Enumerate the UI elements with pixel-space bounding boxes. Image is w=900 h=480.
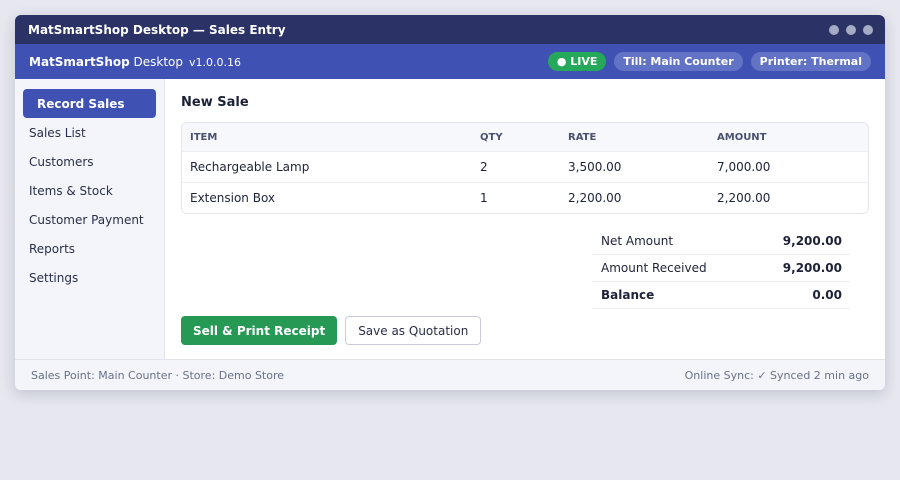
table-header-row: ITEM QTY RATE AMOUNT (182, 123, 868, 151)
app-version: v1.0.0.16 (189, 55, 242, 69)
app-brand: MatSmartShop Desktop v1.0.0.16 (29, 55, 241, 69)
sidebar-item-customer-payment[interactable]: Customer Payment (23, 205, 156, 234)
action-buttons: Sell & Print Receipt Save as Quotation (181, 316, 482, 345)
totals-summary: Net Amount 9,200.00 Amount Received 9,20… (592, 228, 850, 309)
sidebar-item-settings[interactable]: Settings (23, 263, 156, 292)
content-area: Record Sales Sales List Customers Items … (15, 79, 885, 359)
live-status-badge: ● LIVE (547, 52, 607, 71)
sidebar-item-customers[interactable]: Customers (23, 147, 156, 176)
cell-rate: 3,500.00 (568, 160, 622, 174)
column-header-item: ITEM (190, 131, 218, 143)
table-row[interactable]: Rechargeable Lamp 2 3,500.00 7,000.00 (182, 151, 868, 182)
net-amount-label: Net Amount (601, 234, 674, 248)
sale-items-table: ITEM QTY RATE AMOUNT Rechargeable Lamp 2… (181, 122, 869, 214)
app-header: MatSmartShop Desktop v1.0.0.16 ● LIVE Til… (15, 44, 885, 79)
net-amount-row: Net Amount 9,200.00 (592, 228, 850, 255)
sidebar-item-reports[interactable]: Reports (23, 234, 156, 263)
column-header-amount: AMOUNT (717, 131, 767, 143)
sidebar-item-record-sales[interactable]: Record Sales (23, 89, 156, 118)
amount-received-row: Amount Received 9,200.00 (592, 255, 850, 282)
printer-badge[interactable]: Printer: Thermal (750, 52, 871, 71)
sell-print-receipt-button[interactable]: Sell & Print Receipt (181, 316, 338, 345)
status-bar: Sales Point: Main Counter · Store: Demo … (15, 359, 885, 390)
amount-received-value: 9,200.00 (782, 261, 842, 275)
balance-row: Balance 0.00 (592, 282, 850, 309)
amount-received-label: Amount Received (601, 261, 707, 275)
sidebar-item-items-stock[interactable]: Items & Stock (23, 176, 156, 205)
cell-rate: 2,200.00 (568, 191, 622, 205)
net-amount-value: 9,200.00 (782, 234, 842, 248)
sidebar-nav: Record Sales Sales List Customers Items … (15, 79, 165, 359)
app-name-rest: Desktop (129, 54, 184, 69)
cell-qty: 1 (480, 191, 488, 205)
cell-item: Rechargeable Lamp (190, 160, 310, 174)
sales-point-status: Sales Point: Main Counter · Store: Demo … (31, 368, 285, 382)
sidebar-item-sales-list[interactable]: Sales List (23, 118, 156, 147)
balance-label: Balance (601, 288, 655, 302)
window-controls (829, 24, 873, 35)
column-header-qty: QTY (480, 131, 503, 143)
app-name-bold: MatSmartShop (29, 54, 130, 69)
table-row[interactable]: Extension Box 1 2,200.00 2,200.00 (182, 182, 868, 213)
column-header-rate: RATE (568, 131, 597, 143)
balance-value: 0.00 (812, 288, 842, 302)
status-badges: ● LIVE Till: Main Counter Printer: Therm… (547, 52, 871, 71)
minimize-button[interactable] (829, 24, 839, 35)
maximize-button[interactable] (846, 24, 856, 35)
window-title: MatSmartShop Desktop — Sales Entry (28, 22, 286, 37)
main-panel: New Sale ITEM QTY RATE AMOUNT Rechargeab… (165, 79, 885, 359)
save-quotation-button[interactable]: Save as Quotation (345, 316, 482, 345)
page-title: New Sale (181, 95, 249, 110)
till-badge[interactable]: Till: Main Counter (614, 52, 743, 71)
cell-item: Extension Box (190, 191, 276, 205)
cell-amount: 7,000.00 (717, 160, 771, 174)
title-bar[interactable]: MatSmartShop Desktop — Sales Entry (15, 15, 885, 44)
cell-qty: 2 (480, 160, 488, 174)
app-window: MatSmartShop Desktop — Sales Entry MatSm… (15, 15, 885, 390)
cell-amount: 2,200.00 (717, 191, 771, 205)
sync-status: Online Sync: ✓ Synced 2 min ago (684, 368, 869, 382)
close-button[interactable] (863, 24, 873, 35)
